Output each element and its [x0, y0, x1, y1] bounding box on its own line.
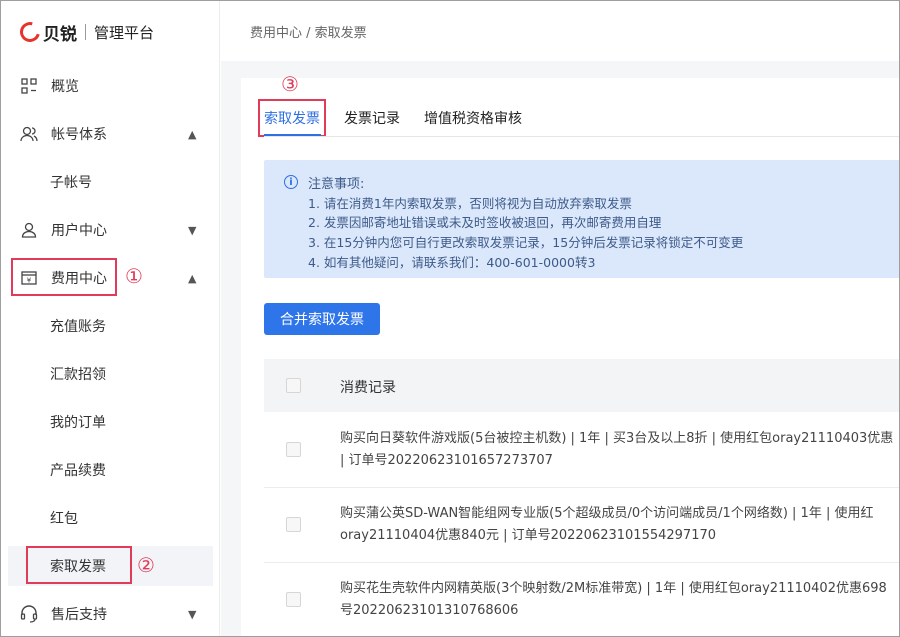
sidebar-item-label: 子帐号: [50, 175, 92, 191]
grid-icon: [20, 77, 38, 95]
notice-line: 2. 发票因邮寄地址错误或未及时签收被退回，再次邮寄费用自理: [308, 215, 662, 230]
select-all-checkbox[interactable]: [286, 378, 301, 393]
sidebar-item-label: 帐号体系: [51, 127, 107, 143]
chevron-down-icon: ▼: [188, 223, 197, 237]
annotation-number-1: ①: [125, 264, 143, 288]
sidebar-item-label: 售后支持: [51, 607, 107, 623]
row-text: 购买向日葵软件游戏版(5台被控主机数) | 1年 | 买3台及以上8折 | 使用…: [340, 431, 894, 446]
annotation-number-2: ②: [137, 553, 155, 577]
sidebar-item-after-sales[interactable]: 售后支持 ▼: [0, 590, 220, 637]
users-icon: [20, 125, 38, 143]
divider: [85, 24, 86, 40]
info-icon: i: [284, 175, 298, 189]
sidebar-item-label: 汇款招领: [50, 367, 106, 383]
column-header: 消费记录: [340, 380, 396, 396]
tab-bar: 索取发票 发票记录 增值税资格审核: [264, 108, 546, 128]
brand-name: 贝锐: [43, 24, 77, 45]
table-row: 购买蒲公英SD-WAN智能组网专业版(5个超级成员/0个访问端成员/1个网络数)…: [264, 488, 900, 563]
sidebar-item-label: 产品续费: [50, 463, 106, 479]
sidebar-item-subaccount[interactable]: 子帐号: [0, 158, 220, 206]
merge-invoice-button[interactable]: 合并索取发票: [264, 303, 380, 335]
sidebar-item-label: 红包: [50, 511, 78, 527]
sidebar-item-account-system[interactable]: 帐号体系 ▲: [0, 110, 220, 158]
sidebar-item-label: 用户中心: [51, 223, 107, 239]
notice-panel: i 注意事项: 1. 请在消费1年内索取发票，否则将视为自动放弃索取发票 2. …: [264, 160, 900, 278]
sidebar-item-label: 充值账务: [50, 319, 106, 335]
annotation-box-invoice: [26, 546, 132, 584]
sidebar-item-remittance[interactable]: 汇款招领: [0, 350, 220, 398]
row-checkbox[interactable]: [286, 442, 301, 457]
sidebar: 贝锐 管理平台 概览 帐号体系 ▲ 子帐号 用户中心 ▼ ¥ 费用中心 ▲ 充值…: [0, 0, 220, 637]
logo-icon: [16, 18, 44, 46]
table-row: 购买向日葵软件游戏版(5台被控主机数) | 1年 | 买3台及以上8折 | 使用…: [264, 412, 900, 488]
headset-icon: [20, 605, 38, 623]
tab-vat-qualification[interactable]: 增值税资格审核: [424, 108, 522, 128]
row-text: 购买花生壳软件内网精英版(3个映射数/2M标准带宽) | 1年 | 使用红包or…: [340, 581, 887, 596]
brand-subtitle: 管理平台: [94, 23, 155, 42]
notice-title: 注意事项:: [308, 177, 365, 192]
sidebar-item-overview[interactable]: 概览: [0, 62, 220, 110]
sidebar-item-renewal[interactable]: 产品续费: [0, 446, 220, 494]
notice-line: 4. 如有其他疑问，请联系我们：400-601-0000转3: [308, 255, 596, 270]
table-row: 购买花生壳软件内网精英版(3个映射数/2M标准带宽) | 1年 | 使用红包or…: [264, 563, 900, 637]
sidebar-item-user-center[interactable]: 用户中心 ▼: [0, 206, 220, 254]
sidebar-item-orders[interactable]: 我的订单: [0, 398, 220, 446]
chevron-up-icon: ▲: [188, 127, 197, 141]
breadcrumb: 费用中心 / 索取发票: [250, 26, 367, 41]
logo[interactable]: 贝锐 管理平台: [16, 18, 155, 46]
notice-line: 3. 在15分钟内您可自行更改索取发票记录，15分钟后发票记录将锁定不可变更: [308, 235, 744, 250]
row-text: 号20220623101310768606: [340, 603, 519, 618]
row-text: oray21110404优惠840元 | 订单号2022062310155429…: [340, 528, 717, 543]
annotation-box-billing: [11, 258, 117, 296]
tab-invoice-records[interactable]: 发票记录: [344, 108, 400, 128]
sidebar-item-red-packet[interactable]: 红包: [0, 494, 220, 542]
tab-request-invoice[interactable]: 索取发票: [264, 108, 320, 128]
tab-divider: [264, 136, 900, 137]
row-text: 购买蒲公英SD-WAN智能组网专业版(5个超级成员/0个访问端成员/1个网络数)…: [340, 506, 874, 521]
row-checkbox[interactable]: [286, 592, 301, 607]
active-tab-indicator: [264, 134, 321, 136]
sidebar-item-label: 我的订单: [50, 415, 106, 431]
table-header: 消费记录: [264, 359, 900, 412]
row-checkbox[interactable]: [286, 517, 301, 532]
notice-line: 1. 请在消费1年内索取发票，否则将视为自动放弃索取发票: [308, 196, 632, 211]
chevron-down-icon: ▼: [188, 607, 197, 621]
sidebar-item-label: 概览: [51, 79, 79, 95]
row-text: | 订单号20220623101657273707: [340, 453, 553, 468]
user-icon: [20, 221, 38, 239]
sidebar-item-recharge[interactable]: 充值账务: [0, 302, 220, 350]
annotation-number-3: ③: [281, 72, 299, 96]
chevron-up-icon: ▲: [188, 271, 197, 285]
